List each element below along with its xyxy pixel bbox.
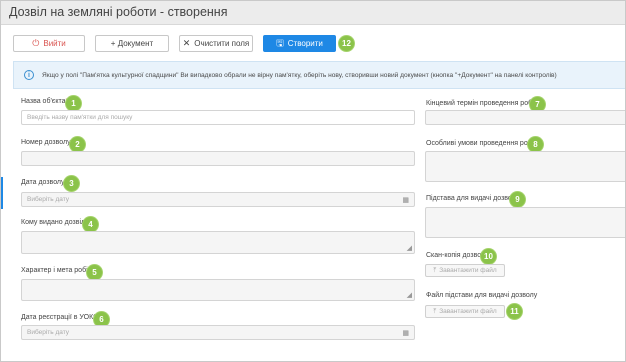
step-badge-4: 4	[83, 217, 98, 232]
title-bar: Дозвіл на земляні роботи - створення	[1, 1, 625, 25]
end-date-input[interactable]	[425, 110, 625, 125]
exit-button[interactable]: ⏻ Вийти	[13, 35, 85, 52]
special-conditions-textarea[interactable]	[425, 151, 625, 182]
issued-to-textarea[interactable]: ◢	[21, 231, 415, 254]
step-badge-1: 1	[66, 96, 81, 111]
basis-file-upload-button[interactable]: ⤒ Завантажити файл	[425, 305, 505, 318]
permit-date-placeholder: Виберіть дату	[27, 196, 70, 203]
object-name-input[interactable]: Введіть назву пам'ятки для пошуку	[21, 110, 415, 125]
info-icon: i	[24, 70, 34, 80]
close-icon: ✕	[182, 38, 191, 48]
step-badge-10: 10	[481, 249, 496, 264]
upload-icon: ⤒	[433, 307, 437, 315]
basis-file-upload-label: Завантажити файл	[439, 308, 497, 315]
info-banner: i Якщо у полі "Пам'ятка культурної спадщ…	[13, 61, 625, 89]
calendar-icon[interactable]: ▦	[402, 196, 409, 204]
object-name-placeholder: Введіть назву пам'ятки для пошуку	[27, 114, 133, 121]
power-icon: ⏻	[32, 38, 40, 48]
resize-handle-icon[interactable]: ◢	[407, 292, 412, 299]
create-button[interactable]: 🖫 Створити	[263, 35, 336, 52]
info-text: Якщо у полі "Пам'ятка культурної спадщин…	[42, 71, 557, 79]
issue-basis-textarea[interactable]	[425, 207, 625, 238]
step-badge-5: 5	[87, 265, 102, 280]
step-badge-2: 2	[70, 137, 85, 152]
add-document-button[interactable]: + Документ	[95, 35, 169, 52]
step-badge-3: 3	[64, 176, 79, 191]
issue-basis-label: Підстава для видачі дозволу	[426, 195, 520, 202]
special-conditions-label: Особливі умови проведення робіт	[426, 140, 537, 147]
save-icon: 🖫	[276, 38, 284, 48]
ukos-date-label: Дата реєстрації в УОКС*	[21, 314, 101, 321]
clear-fields-label: Очистити поля	[194, 39, 250, 48]
ukos-date-input[interactable]: Виберіть дату ▦	[21, 325, 415, 340]
permit-number-label: Номер дозволу*	[21, 139, 73, 146]
work-purpose-label: Характер і мета робіт*	[21, 267, 94, 274]
clear-fields-button[interactable]: ✕ Очистити поля	[179, 35, 253, 52]
permit-date-label: Дата дозволу*	[21, 179, 67, 186]
step-badge-11: 11	[507, 304, 522, 319]
create-label: Створити	[287, 39, 323, 48]
window-frame: Дозвіл на земляні роботи - створення ⏻ В…	[0, 0, 626, 362]
permit-number-input[interactable]	[21, 151, 415, 166]
page-title: Дозвіл на земляні роботи - створення	[9, 5, 228, 19]
basis-file-label: Файл підстави для видачі дозволу	[426, 292, 538, 299]
side-indicator	[1, 177, 3, 209]
exit-label: Вийти	[43, 39, 66, 48]
issued-to-label: Кому видано дозвіл*	[21, 219, 88, 226]
step-badge-8: 8	[528, 137, 543, 152]
ukos-date-placeholder: Виберіть дату	[27, 329, 70, 336]
scan-copy-upload-label: Завантажити файл	[439, 267, 497, 274]
upload-icon: ⤒	[433, 266, 437, 274]
scan-copy-upload-button[interactable]: ⤒ Завантажити файл	[425, 264, 505, 277]
permit-date-input[interactable]: Виберіть дату ▦	[21, 192, 415, 207]
calendar-icon[interactable]: ▦	[402, 329, 409, 337]
resize-handle-icon[interactable]: ◢	[407, 245, 412, 252]
object-name-label: Назва об'єкта*	[21, 98, 68, 105]
step-badge-12: 12	[339, 36, 354, 51]
step-badge-9: 9	[510, 192, 525, 207]
work-purpose-textarea[interactable]: ◢	[21, 279, 415, 301]
scan-copy-label: Скан-копія дозволу	[426, 252, 489, 259]
end-date-label: Кінцевий термін проведення робіт	[426, 100, 537, 107]
add-document-label: + Документ	[110, 39, 154, 48]
